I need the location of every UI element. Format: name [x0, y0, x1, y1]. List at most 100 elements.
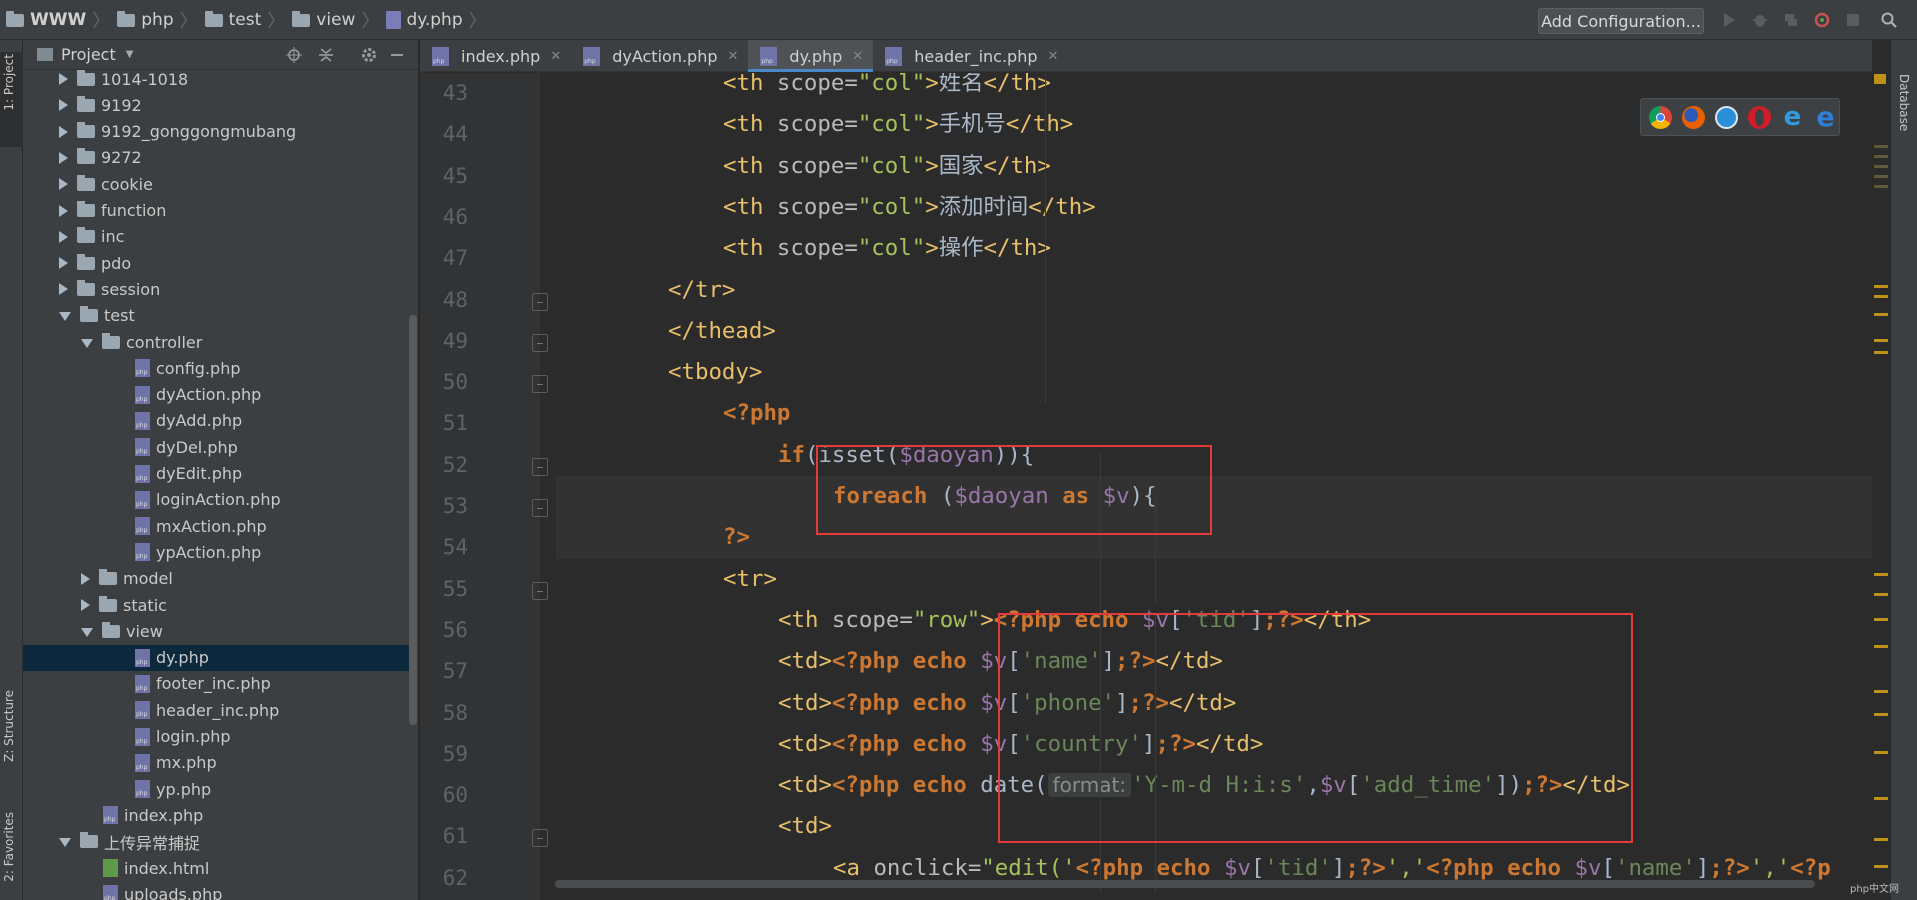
tree-file[interactable]: yp.php [23, 776, 413, 802]
stop-icon[interactable] [1844, 11, 1862, 29]
code-line[interactable]: </thead> [668, 311, 776, 351]
tree-file[interactable]: header_inc.php [23, 697, 413, 723]
close-icon[interactable]: ✕ [1048, 49, 1059, 64]
warning-marker[interactable] [1874, 618, 1888, 621]
tree-file[interactable]: mxAction.php [23, 513, 413, 539]
chevron-right-icon[interactable] [59, 283, 68, 296]
tree-file[interactable]: index.php [23, 802, 413, 828]
tree-folder[interactable]: inc [23, 224, 413, 250]
warning-marker[interactable] [1874, 865, 1888, 868]
warning-marker[interactable] [1874, 645, 1888, 648]
warning-marker[interactable] [1874, 351, 1888, 354]
run-icon[interactable] [1720, 11, 1738, 29]
warning-marker[interactable] [1874, 573, 1888, 576]
warning-marker[interactable] [1874, 593, 1888, 596]
tree-file[interactable]: footer_inc.php [23, 671, 413, 697]
database-tool-tab[interactable]: Database [1897, 74, 1911, 131]
warning-marker[interactable] [1874, 74, 1886, 84]
editor-tab[interactable]: header_inc.php ✕ [873, 40, 1068, 72]
tree-file[interactable]: dy.php [23, 644, 413, 671]
locate-icon[interactable] [286, 47, 302, 63]
chevron-down-icon[interactable] [81, 338, 93, 348]
structure-tool-tab[interactable]: Z: Structure [2, 690, 16, 762]
warning-marker[interactable] [1874, 797, 1888, 800]
firefox-icon[interactable] [1682, 105, 1705, 129]
tree-folder[interactable]: 上传异常捕捉 [23, 829, 413, 855]
close-icon[interactable]: ✕ [550, 49, 561, 64]
editor-tab[interactable]: index.php ✕ [420, 40, 571, 72]
chevron-down-icon[interactable] [81, 627, 93, 637]
fold-marker-icon[interactable] [532, 375, 548, 394]
warning-marker[interactable] [1874, 145, 1888, 148]
code-line[interactable]: <tbody> [668, 352, 762, 392]
warning-marker[interactable] [1874, 155, 1888, 158]
opera-icon[interactable] [1748, 105, 1771, 129]
warning-marker[interactable] [1874, 690, 1888, 693]
search-everywhere-icon[interactable] [1880, 11, 1898, 29]
tree-folder[interactable]: 9192_gonggongmubang [23, 119, 413, 145]
chevron-right-icon[interactable] [81, 572, 90, 585]
warning-marker[interactable] [1874, 175, 1888, 178]
tree-folder[interactable]: cookie [23, 171, 413, 197]
close-icon[interactable]: ✕ [728, 49, 739, 64]
project-view-selector[interactable]: Project [61, 45, 116, 64]
warning-marker[interactable] [1874, 713, 1888, 716]
fold-marker-icon[interactable] [532, 581, 548, 600]
breadcrumb-item[interactable]: dy.php 〉 [386, 7, 493, 33]
tree-file[interactable]: dyDel.php [23, 434, 413, 460]
tree-folder[interactable]: session [23, 276, 413, 302]
fold-marker-icon[interactable] [532, 457, 548, 476]
debug-icon[interactable] [1751, 11, 1769, 29]
tree-folder[interactable]: test [23, 303, 413, 329]
chevron-right-icon[interactable] [59, 204, 68, 217]
warning-marker[interactable] [1874, 751, 1888, 754]
close-icon[interactable]: ✕ [852, 49, 863, 64]
code-line[interactable]: ?> [723, 517, 750, 557]
favorites-tool-tab[interactable]: 2: Favorites [2, 812, 16, 882]
chevron-right-icon[interactable] [59, 99, 68, 112]
editor-tab[interactable]: dy.php ✕ [748, 40, 874, 72]
breadcrumb-item[interactable]: test 〉 [204, 7, 293, 33]
ie-icon[interactable]: e [1781, 104, 1804, 130]
add-configuration-button[interactable]: Add Configuration... [1538, 8, 1704, 34]
collapse-all-icon[interactable] [318, 47, 334, 63]
fold-marker-icon[interactable] [532, 499, 548, 517]
project-tool-tab[interactable]: 1: Project [2, 54, 16, 111]
chevron-right-icon[interactable] [59, 230, 68, 243]
edge-icon[interactable]: e [1814, 104, 1837, 131]
chevron-right-icon[interactable] [59, 257, 68, 270]
safari-icon[interactable] [1715, 105, 1738, 129]
tree-file[interactable]: loginAction.php [23, 487, 413, 513]
breadcrumb-item[interactable]: php 〉 [117, 7, 204, 33]
editor-tab[interactable]: dyAction.php ✕ [571, 40, 748, 72]
tree-file[interactable]: mx.php [23, 750, 413, 776]
chevron-down-icon[interactable]: ▼ [126, 49, 134, 60]
chevron-right-icon[interactable] [59, 178, 68, 191]
coverage-icon[interactable] [1782, 11, 1800, 29]
chevron-right-icon[interactable] [59, 73, 68, 85]
tree-file[interactable]: login.php [23, 724, 413, 750]
code-line[interactable]: <th scope="col">姓名</th> [723, 73, 1051, 103]
rerun-icon[interactable] [1813, 11, 1831, 29]
tree-folder[interactable]: view [23, 618, 413, 644]
warning-marker[interactable] [1874, 339, 1888, 342]
fold-marker-icon[interactable] [532, 829, 548, 848]
horizontal-scrollbar[interactable] [555, 880, 1815, 888]
breadcrumb-item[interactable]: WWW 〉 [6, 7, 117, 33]
chevron-right-icon[interactable] [59, 125, 68, 138]
breadcrumb-item[interactable]: view 〉 [292, 7, 386, 33]
chevron-down-icon[interactable] [59, 312, 71, 322]
tree-folder[interactable]: pdo [23, 250, 413, 276]
warning-marker[interactable] [1874, 165, 1888, 168]
warning-marker[interactable] [1874, 838, 1888, 841]
gear-icon[interactable] [360, 46, 378, 64]
warning-marker[interactable] [1874, 285, 1888, 288]
warning-marker[interactable] [1874, 295, 1888, 298]
code-line[interactable]: <th scope="col">操作</th> [723, 228, 1051, 268]
chevron-down-icon[interactable] [59, 838, 71, 848]
tree-folder[interactable]: 9192 [23, 92, 413, 118]
tree-file[interactable]: dyEdit.php [23, 461, 413, 487]
code-line[interactable]: <?php [723, 393, 790, 433]
tree-file[interactable]: ypAction.php [23, 539, 413, 565]
tree-folder[interactable]: model [23, 566, 413, 592]
